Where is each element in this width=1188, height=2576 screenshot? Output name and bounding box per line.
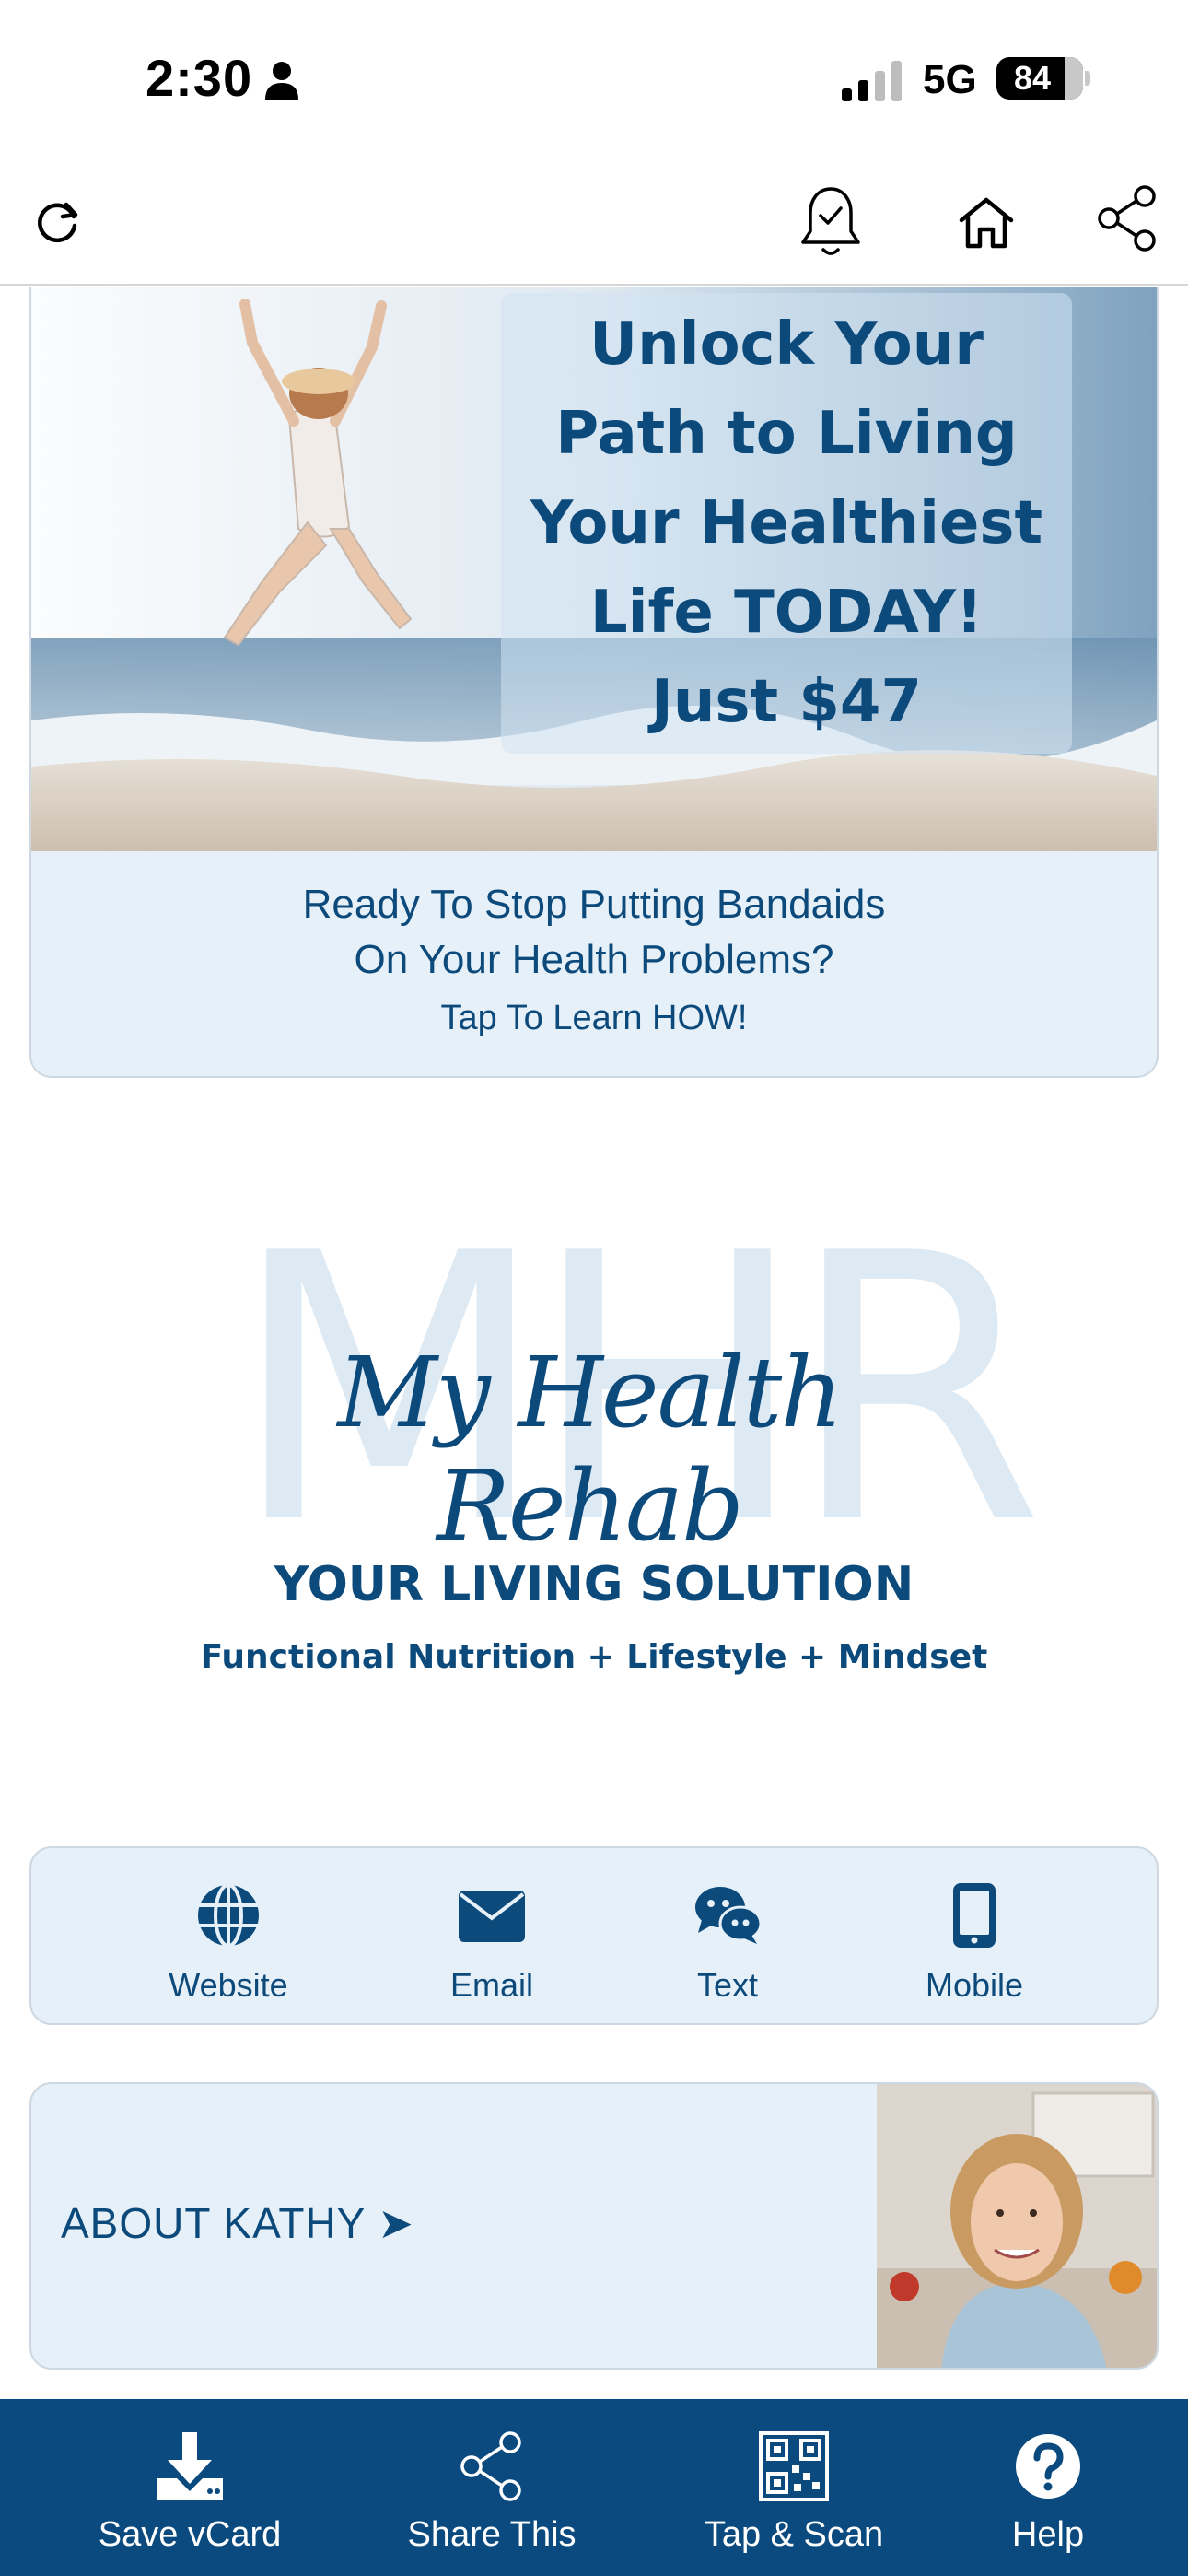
bottom-nav-label: Save vCard [98, 2515, 282, 2554]
contact-text[interactable]: Text [626, 1881, 829, 2005]
headline-line: Your Healthiest [530, 489, 1043, 557]
bottom-nav-label: Share This [407, 2515, 577, 2554]
bottom-nav: Save vCard Share This Tap & Scan Help [0, 2399, 1188, 2576]
help-button[interactable]: Help [910, 2430, 1186, 2555]
bell-check-icon[interactable] [799, 183, 862, 259]
contact-bar: Website Email Text Mobile [29, 1846, 1159, 2025]
contact-mobile[interactable]: Mobile [873, 1881, 1076, 2005]
learn-how-link[interactable]: Tap To Learn HOW! [31, 988, 1157, 1048]
logo-script-name: My Health Rehab [337, 1336, 843, 1563]
chat-bubbles-icon [695, 1887, 763, 1944]
logo-subline: Functional Nutrition + Lifestyle + Minds… [200, 1638, 988, 1676]
status-bar: 2:30 5G 84 [0, 0, 1188, 161]
contact-label: Email [449, 1966, 534, 2004]
share-icon [460, 2431, 521, 2501]
profile-photo [877, 2084, 1157, 2368]
brand-logo: MHR My Health Rehab YOUR LIVING SOLUTION… [138, 1207, 1050, 1704]
share-icon[interactable] [1096, 185, 1159, 252]
person-icon [265, 62, 298, 100]
profile-photo-illustration [877, 2084, 1157, 2368]
cellular-signal-icon [842, 61, 902, 101]
headline-line: Life TODAY! [589, 579, 984, 647]
network-type: 5G [923, 57, 977, 102]
contact-email[interactable]: Email [390, 1881, 593, 2005]
envelope-icon [459, 1891, 525, 1942]
headline-price: Just $47 [651, 668, 922, 736]
battery-indicator: 84 [996, 57, 1083, 100]
top-toolbar [0, 161, 1188, 286]
share-this-button[interactable]: Share This [354, 2430, 630, 2555]
save-vcard-button[interactable]: Save vCard [52, 2430, 328, 2555]
caption-line: Ready To Stop Putting Bandaids [302, 882, 886, 927]
logo-tagline: YOUR LIVING SOLUTION [274, 1557, 914, 1612]
phone-icon [953, 1883, 996, 1948]
about-card[interactable]: ABOUT KATHY ➤ [29, 2082, 1159, 2370]
battery-empty-area [1065, 57, 1083, 100]
tap-scan-button[interactable]: Tap & Scan [656, 2430, 932, 2555]
promo-caption: Ready To Stop Putting Bandaids On Your H… [31, 877, 1157, 1048]
battery-level: 84 [1013, 59, 1052, 97]
qr-code-icon [759, 2431, 829, 2501]
bottom-nav-label: Tap & Scan [704, 2515, 884, 2554]
contact-label: Mobile [925, 1966, 1024, 2004]
headline-line: Path to Living [555, 400, 1018, 468]
caption-line: On Your Health Problems? [354, 937, 834, 982]
download-icon [157, 2432, 223, 2500]
help-icon [1016, 2434, 1080, 2499]
globe-icon [198, 1883, 259, 1948]
status-time: 2:30 [146, 49, 253, 107]
contact-label: Text [696, 1966, 759, 2004]
battery-cap [1085, 71, 1090, 86]
bottom-nav-label: Help [1011, 2515, 1085, 2554]
contact-website[interactable]: Website [127, 1881, 330, 2005]
home-icon[interactable] [958, 196, 1015, 250]
promo-card[interactable]: Unlock Your Path to Living Your Healthie… [29, 287, 1159, 1078]
refresh-icon[interactable] [33, 196, 83, 246]
about-label: ABOUT KATHY ➤ [61, 2199, 414, 2247]
headline-line: Unlock Your [589, 310, 984, 379]
contact-label: Website [169, 1966, 288, 2004]
promo-headline: Unlock Your Path to Living Your Healthie… [501, 300, 1072, 747]
